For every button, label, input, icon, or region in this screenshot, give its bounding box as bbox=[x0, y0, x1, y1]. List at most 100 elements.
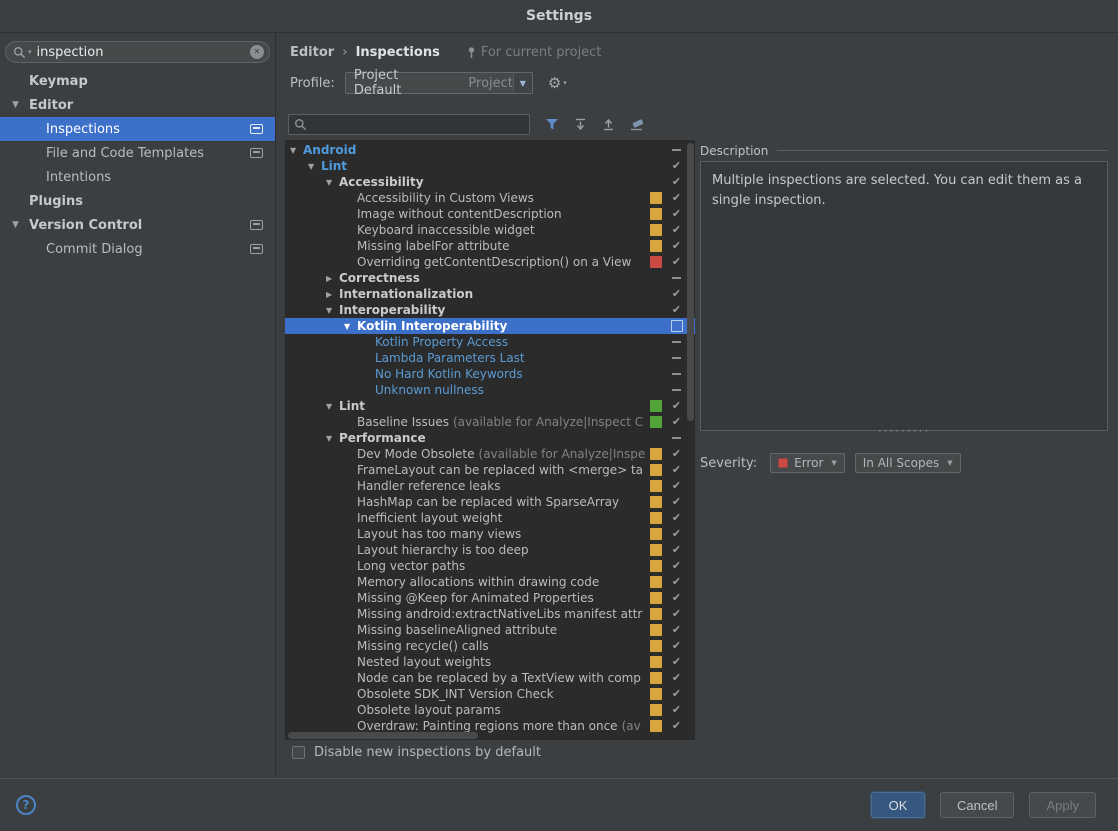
inspection-checkbox[interactable]: ✔ bbox=[669, 223, 684, 237]
inspection-checkbox[interactable]: ✔ bbox=[669, 255, 684, 269]
collapsed-arrow-icon[interactable]: ▶ bbox=[325, 290, 339, 299]
severity-select[interactable]: Error ▼ bbox=[770, 453, 845, 473]
inspection-row-kotlin-property-access[interactable]: Kotlin Property Access bbox=[285, 334, 695, 350]
profile-select[interactable]: Project Default Project ▼ bbox=[344, 68, 533, 98]
sidebar-item-editor[interactable]: ▼ Editor bbox=[0, 93, 275, 117]
inspection-checkbox[interactable]: ✔ bbox=[669, 559, 684, 573]
inspection-row-hashmap-can-be-replaced-with-sparsearray[interactable]: HashMap can be replaced with SparseArray… bbox=[285, 494, 695, 510]
inspection-row-kotlin-interoperability[interactable]: ▼ Kotlin Interoperability bbox=[285, 318, 695, 334]
chevron-down-icon[interactable]: ▼ bbox=[512, 73, 532, 93]
expanded-arrow-icon[interactable]: ▼ bbox=[307, 162, 321, 171]
inspection-checkbox[interactable]: ✔ bbox=[669, 655, 684, 669]
inspection-row-node-can-be-replaced-by-a-textview-with-comp[interactable]: Node can be replaced by a TextView with … bbox=[285, 670, 695, 686]
inspection-row-correctness[interactable]: ▶ Correctness bbox=[285, 270, 695, 286]
sidebar-item-keymap[interactable]: Keymap bbox=[0, 69, 275, 93]
inspection-checkbox[interactable]: ✔ bbox=[669, 495, 684, 509]
inspection-row-lint[interactable]: ▼ Lint ✔ bbox=[285, 158, 695, 174]
disable-new-inspections-row[interactable]: Disable new inspections by default bbox=[292, 745, 541, 760]
inspection-row-dev-mode-obsolete[interactable]: Dev Mode Obsolete (available for Analyze|… bbox=[285, 446, 695, 462]
inspection-row-inefficient-layout-weight[interactable]: Inefficient layout weight ✔ bbox=[285, 510, 695, 526]
vertical-scrollbar[interactable] bbox=[687, 143, 694, 421]
inspection-checkbox[interactable] bbox=[669, 383, 684, 397]
inspection-checkbox[interactable]: ✔ bbox=[669, 639, 684, 653]
inspection-checkbox[interactable]: ✔ bbox=[669, 303, 684, 317]
horizontal-scrollbar[interactable] bbox=[288, 732, 478, 739]
expand-all-icon[interactable] bbox=[574, 118, 587, 131]
inspection-row-unknown-nullness[interactable]: Unknown nullness bbox=[285, 382, 695, 398]
inspection-row-missing-android-extractnativelibs-manifest-attr[interactable]: Missing android:extractNativeLibs manife… bbox=[285, 606, 695, 622]
inspection-checkbox[interactable] bbox=[669, 431, 684, 445]
inspection-checkbox[interactable]: ✔ bbox=[669, 239, 684, 253]
expanded-arrow-icon[interactable]: ▼ bbox=[12, 220, 29, 230]
inspection-checkbox[interactable] bbox=[669, 319, 684, 333]
gear-icon[interactable]: ⚙ ▾ bbox=[548, 74, 572, 92]
filter-icon[interactable] bbox=[545, 118, 559, 131]
inspections-search-input[interactable] bbox=[311, 117, 524, 131]
inspection-row-missing-keep-for-animated-properties[interactable]: Missing @Keep for Animated Properties ✔ bbox=[285, 590, 695, 606]
inspection-checkbox[interactable] bbox=[669, 335, 684, 349]
expanded-arrow-icon[interactable]: ▼ bbox=[325, 402, 339, 411]
expanded-arrow-icon[interactable]: ▼ bbox=[325, 178, 339, 187]
inspection-checkbox[interactable] bbox=[669, 367, 684, 381]
inspection-checkbox[interactable]: ✔ bbox=[669, 623, 684, 637]
inspection-row-handler-reference-leaks[interactable]: Handler reference leaks ✔ bbox=[285, 478, 695, 494]
inspection-checkbox[interactable]: ✔ bbox=[669, 575, 684, 589]
inspection-checkbox[interactable]: ✔ bbox=[669, 671, 684, 685]
expanded-arrow-icon[interactable]: ▼ bbox=[12, 100, 29, 110]
inspections-search-field[interactable] bbox=[288, 113, 530, 135]
inspection-row-framelayout-can-be-replaced-with-merge-ta[interactable]: FrameLayout can be replaced with <merge>… bbox=[285, 462, 695, 478]
expanded-arrow-icon[interactable]: ▼ bbox=[325, 306, 339, 315]
inspection-checkbox[interactable]: ✔ bbox=[669, 447, 684, 461]
inspection-row-interoperability[interactable]: ▼ Interoperability ✔ bbox=[285, 302, 695, 318]
splitter-handle[interactable]: ········· bbox=[700, 425, 1108, 439]
inspection-row-internationalization[interactable]: ▶ Internationalization ✔ bbox=[285, 286, 695, 302]
inspection-row-layout-has-too-many-views[interactable]: Layout has too many views ✔ bbox=[285, 526, 695, 542]
sidebar-item-file-and-code-templates[interactable]: File and Code Templates bbox=[0, 141, 275, 165]
inspection-checkbox[interactable]: ✔ bbox=[669, 527, 684, 541]
sidebar-search-field[interactable]: ▾ ✕ bbox=[5, 41, 270, 63]
inspection-row-lambda-parameters-last[interactable]: Lambda Parameters Last bbox=[285, 350, 695, 366]
inspection-checkbox[interactable]: ✔ bbox=[669, 159, 684, 173]
inspection-checkbox[interactable] bbox=[669, 351, 684, 365]
inspection-checkbox[interactable]: ✔ bbox=[669, 207, 684, 221]
collapsed-arrow-icon[interactable]: ▶ bbox=[325, 274, 339, 283]
inspection-row-missing-baselinealigned-attribute[interactable]: Missing baselineAligned attribute ✔ bbox=[285, 622, 695, 638]
inspection-row-obsolete-sdk-int-version-check[interactable]: Obsolete SDK_INT Version Check ✔ bbox=[285, 686, 695, 702]
apply-button[interactable]: Apply bbox=[1029, 792, 1096, 818]
inspection-row-accessibility[interactable]: ▼ Accessibility ✔ bbox=[285, 174, 695, 190]
inspection-checkbox[interactable]: ✔ bbox=[669, 191, 684, 205]
collapse-all-icon[interactable] bbox=[602, 118, 615, 131]
sidebar-item-intentions[interactable]: Intentions bbox=[0, 165, 275, 189]
inspection-row-performance[interactable]: ▼ Performance bbox=[285, 430, 695, 446]
inspection-checkbox[interactable]: ✔ bbox=[669, 463, 684, 477]
inspection-checkbox[interactable]: ✔ bbox=[669, 175, 684, 189]
inspection-checkbox[interactable]: ✔ bbox=[669, 591, 684, 605]
inspection-row-baseline-issues[interactable]: Baseline Issues (available for Analyze|In… bbox=[285, 414, 695, 430]
inspection-checkbox[interactable]: ✔ bbox=[669, 607, 684, 621]
sidebar-search-input[interactable] bbox=[36, 44, 250, 60]
inspection-checkbox[interactable] bbox=[669, 143, 684, 157]
inspection-row-no-hard-kotlin-keywords[interactable]: No Hard Kotlin Keywords bbox=[285, 366, 695, 382]
sidebar-item-inspections[interactable]: Inspections bbox=[0, 117, 275, 141]
clear-search-icon[interactable]: ✕ bbox=[250, 45, 264, 59]
breadcrumb-editor[interactable]: Editor bbox=[290, 45, 334, 60]
reset-filter-icon[interactable] bbox=[630, 118, 645, 131]
inspection-checkbox[interactable]: ✔ bbox=[669, 399, 684, 413]
inspection-row-memory-allocations-within-drawing-code[interactable]: Memory allocations within drawing code ✔ bbox=[285, 574, 695, 590]
expanded-arrow-icon[interactable]: ▼ bbox=[343, 322, 357, 331]
inspection-row-keyboard-inaccessible-widget[interactable]: Keyboard inaccessible widget ✔ bbox=[285, 222, 695, 238]
scope-select[interactable]: In All Scopes ▼ bbox=[854, 453, 961, 473]
inspection-row-missing-recycle-calls[interactable]: Missing recycle() calls ✔ bbox=[285, 638, 695, 654]
inspection-row-accessibility-in-custom-views[interactable]: Accessibility in Custom Views ✔ bbox=[285, 190, 695, 206]
inspection-checkbox[interactable] bbox=[669, 271, 684, 285]
search-history-arrow-icon[interactable]: ▾ bbox=[28, 48, 32, 56]
inspection-checkbox[interactable]: ✔ bbox=[669, 511, 684, 525]
inspection-row-missing-labelfor-attribute[interactable]: Missing labelFor attribute ✔ bbox=[285, 238, 695, 254]
help-icon[interactable]: ? bbox=[16, 795, 36, 815]
inspection-row-layout-hierarchy-is-too-deep[interactable]: Layout hierarchy is too deep ✔ bbox=[285, 542, 695, 558]
ok-button[interactable]: OK bbox=[871, 792, 925, 818]
inspection-checkbox[interactable]: ✔ bbox=[669, 415, 684, 429]
inspection-row-lint[interactable]: ▼ Lint ✔ bbox=[285, 398, 695, 414]
inspection-row-nested-layout-weights[interactable]: Nested layout weights ✔ bbox=[285, 654, 695, 670]
inspection-row-obsolete-layout-params[interactable]: Obsolete layout params ✔ bbox=[285, 702, 695, 718]
